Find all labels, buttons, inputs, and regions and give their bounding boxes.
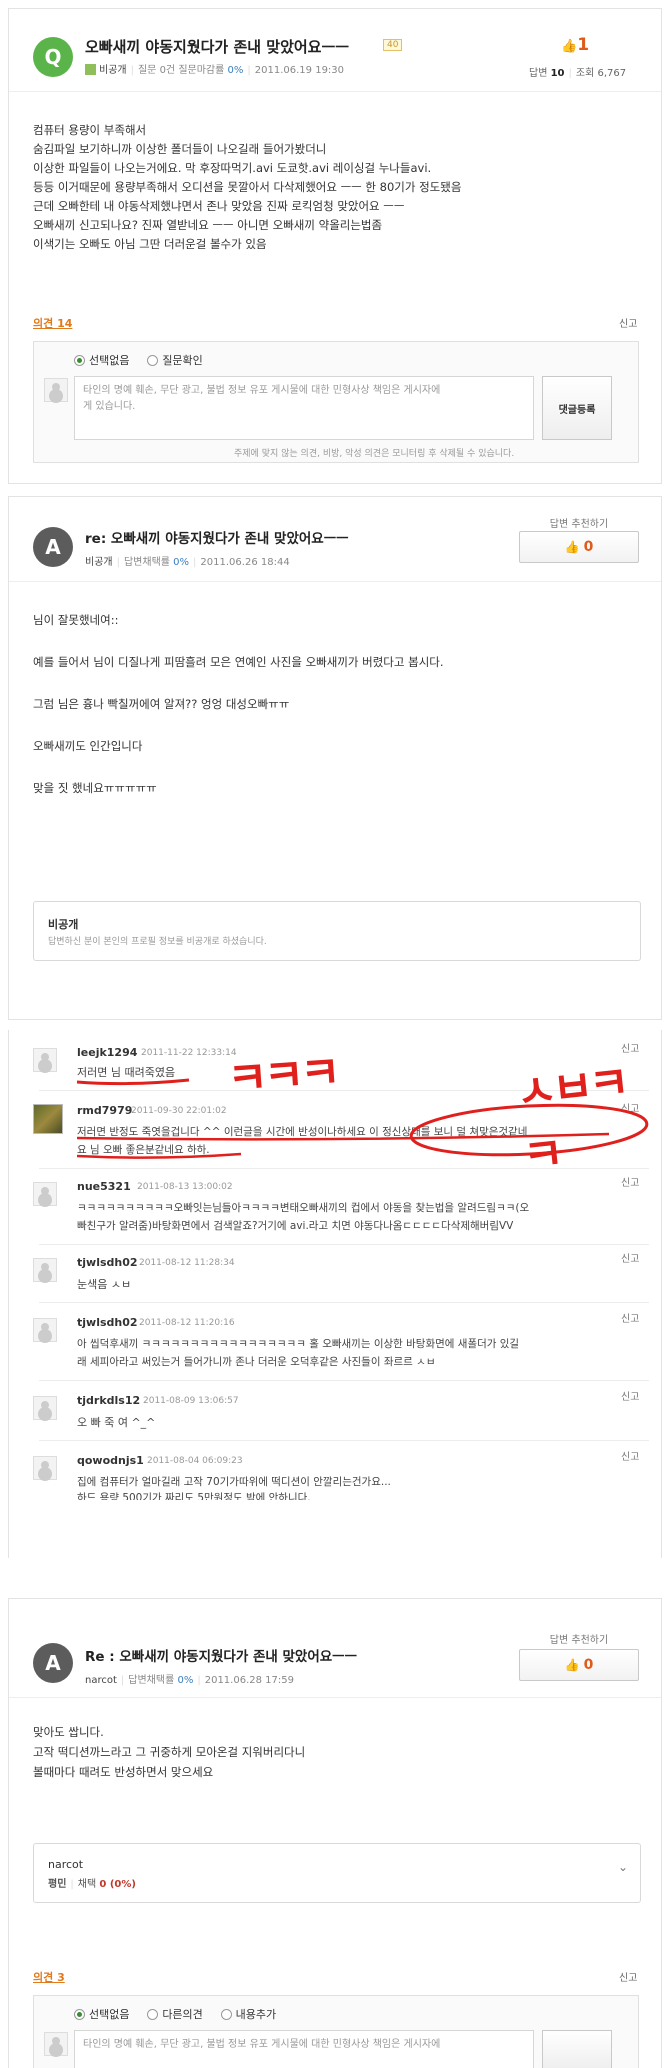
question-panel: Q 오빠새끼 야동지웠다가 존내 맞았어요ㅡㅡ 40 비공개 | 질문 0건 질문마… bbox=[8, 8, 662, 484]
thumb-up-icon: 👍 bbox=[564, 540, 580, 554]
answer-2-meta: narcot | 답변채택률 0% | 2011.06.28 17:59 bbox=[85, 1675, 294, 1686]
comment-report-link[interactable]: 신고 bbox=[621, 1174, 639, 1189]
profile-grade: 평민 bbox=[48, 1879, 67, 1890]
question-like[interactable]: 👍1 bbox=[561, 35, 589, 55]
comment-text: 오 빠 죽 여 ^_^ bbox=[77, 1416, 156, 1429]
answer-1-title: re: 오빠새끼 야동지웠다가 존내 맞았어요ㅡㅡ bbox=[85, 531, 349, 547]
answer-1-profile: 비공개 답변하신 분이 본인의 프로필 정보를 비공개로 하셨습니다. bbox=[33, 901, 641, 961]
question-stats: 답변 10 | 조회 6,767 bbox=[529, 68, 627, 79]
user-avatar bbox=[44, 2032, 68, 2056]
answer-1-panel: A re: 오빠새끼 야동지웠다가 존내 맞았어요ㅡㅡ 비공개 | 답변채택률 0%… bbox=[8, 496, 662, 1020]
answer-2-recommend-button[interactable]: 👍 0 bbox=[519, 1649, 639, 1681]
comment-submit-button[interactable]: 댓글등록 bbox=[542, 376, 612, 440]
opinion-count-link[interactable]: 의견 14 bbox=[33, 315, 72, 331]
comment-report-link[interactable]: 신고 bbox=[621, 1310, 639, 1325]
comment-textarea[interactable]: 타인의 명예 훼손, 무단 광고, 불법 정보 유포 게시물에 대한 민형사상 … bbox=[74, 376, 534, 440]
option-other-radio[interactable]: 다른의견 bbox=[147, 2006, 203, 2022]
profile-stats: 평민 | 채택 0 (0%) bbox=[48, 1879, 136, 1890]
comment-text: 집에 컴퓨터가 얼마길래 고작 70기가따위에 떡디션이 안깔리는건가요... bbox=[77, 1476, 391, 1488]
comment-date: 2011-08-13 13:00:02 bbox=[137, 1182, 233, 1192]
commenter-avatar bbox=[33, 1396, 57, 1420]
comment-submit-button[interactable] bbox=[542, 2030, 612, 2068]
comment-text: 빠친구가 알려줌)바탕화면에서 검색알죠?거기에 avi.라고 치면 야동다나옴… bbox=[77, 1220, 514, 1232]
question-date: 2011.06.19 19:30 bbox=[254, 65, 345, 76]
comment-form-2: 선택없음 다른의견 내용추가 타인의 명예 훼손, 무단 광고, 불법 정보 유… bbox=[33, 1995, 639, 2068]
question-rate: 0% bbox=[227, 65, 244, 76]
comment-textarea[interactable]: 타인의 명예 훼손, 무단 광고, 불법 정보 유포 게시물에 대한 민형사상 … bbox=[74, 2030, 534, 2068]
chevron-down-icon[interactable]: ⌄ bbox=[618, 1860, 628, 1874]
answer-2-title: Re : 오빠새끼 야동지웠다가 존내 맞았어요ㅡㅡ bbox=[85, 1649, 358, 1665]
underline-annotation bbox=[76, 1078, 190, 1086]
answer-2-avatar: A bbox=[33, 1643, 73, 1683]
question-title: 오빠새끼 야동지웠다가 존내 맞았어요ㅡㅡ bbox=[85, 38, 350, 56]
comment-date: 2011-08-12 11:20:16 bbox=[139, 1318, 235, 1328]
comment-form: 선택없음 질문확인 타인의 명예 훼손, 무단 광고, 불법 정보 유포 게시물… bbox=[33, 341, 639, 463]
user-avatar bbox=[44, 378, 68, 402]
answer-1-meta: 비공개 | 답변채택률 0% | 2011.06.26 18:44 bbox=[85, 557, 290, 568]
profile-name: 비공개 bbox=[48, 918, 79, 931]
question-count: 질문 0건 bbox=[137, 65, 176, 76]
answer-1-recommend-button[interactable]: 👍 0 bbox=[519, 531, 639, 563]
comment-text: ㅋㅋㅋㅋㅋㅋㅋㅋㅋㅋ오빠잇는님들아ㅋㅋㅋㅋ변태오빠새끼의 컵에서 야동을 찾는법… bbox=[77, 1202, 530, 1214]
thumb-up-icon: 👍 bbox=[564, 1658, 580, 1672]
commenter-nick[interactable]: qowodnjs1 bbox=[77, 1454, 144, 1467]
question-meta: 비공개 | 질문 0건 질문마감률 0% | 2011.06.19 19:30 bbox=[85, 61, 344, 76]
option-none-radio[interactable]: 선택없음 bbox=[74, 352, 129, 368]
option-none-radio[interactable]: 선택없음 bbox=[74, 2006, 129, 2022]
commenter-avatar bbox=[33, 1456, 57, 1480]
profile-name: narcot bbox=[48, 1858, 84, 1871]
laugh-annotation: ㅋㅋㅋ bbox=[225, 1047, 339, 1106]
comment-date: 2011-08-09 13:06:57 bbox=[143, 1396, 239, 1406]
private-icon bbox=[85, 64, 96, 75]
report-link[interactable]: 신고 bbox=[619, 315, 637, 330]
answer-1-author[interactable]: 비공개 bbox=[85, 557, 113, 568]
commenter-avatar bbox=[33, 1318, 57, 1342]
underline-annotation bbox=[76, 1152, 242, 1159]
comment-report-link[interactable]: 신고 bbox=[621, 1448, 639, 1463]
comment-options: 선택없음 다른의견 내용추가 bbox=[74, 2006, 290, 2023]
opinion-count-link[interactable]: 의견 3 bbox=[33, 1969, 65, 1985]
commenter-nick[interactable]: tjwlsdh02 bbox=[77, 1256, 138, 1269]
commenter-nick[interactable]: nue5321 bbox=[77, 1180, 131, 1193]
question-avatar: Q bbox=[33, 37, 73, 77]
option-add-radio[interactable]: 내용추가 bbox=[220, 2006, 276, 2022]
comment-text: 눈색음 ㅅㅂ bbox=[77, 1278, 132, 1291]
report-link[interactable]: 신고 bbox=[619, 1969, 637, 1984]
comment-notice: 주제에 맞지 않는 의견, 비방, 악성 의견은 모니터링 후 삭제될 수 있습… bbox=[234, 449, 515, 459]
ssib-annotation: ㅅㅂㅋㅋ bbox=[513, 1057, 629, 1184]
answer-2-panel: 답변 추천하기 👍 0 A Re : 오빠새끼 야동지웠다가 존내 맞았어요ㅡㅡ … bbox=[8, 1598, 662, 2068]
answer-1-recommend-label: 답변 추천하기 bbox=[549, 519, 609, 530]
question-author[interactable]: 비공개 bbox=[99, 65, 127, 76]
comment-date: 2011-08-12 11:28:34 bbox=[139, 1258, 235, 1268]
answer-2-author[interactable]: narcot bbox=[85, 1675, 117, 1686]
commenter-avatar bbox=[33, 1182, 57, 1206]
option-check-radio[interactable]: 질문확인 bbox=[147, 352, 203, 368]
commenter-nick[interactable]: tjdrkdls12 bbox=[77, 1394, 140, 1407]
comment-text: 하드 용량 500기가 짜리도 5만원정도 밖에 안하니다. bbox=[77, 1492, 311, 1500]
comment-text: 아 씹덕후새끼 ㅋㅋㅋㅋㅋㅋㅋㅋㅋㅋㅋㅋㅋㅋㅋㅋㅋ 홀 오빠새끼는 이상한 바탕… bbox=[77, 1338, 520, 1350]
comment-date: 2011-08-04 06:09:23 bbox=[147, 1456, 243, 1466]
comment-list-panel: leejk1294 2011-11-22 12:33:14 저러면 님 때려죽였… bbox=[8, 1030, 662, 1558]
answer-2-profile[interactable]: narcot 평민 | 채택 0 (0%) ⌄ bbox=[33, 1843, 641, 1903]
commenter-avatar bbox=[33, 1258, 57, 1282]
comment-report-link[interactable]: 신고 bbox=[621, 1250, 639, 1265]
question-rate-label: 질문마감률 bbox=[178, 65, 225, 76]
thumb-up-icon: 👍 bbox=[561, 39, 578, 54]
commenter-nick[interactable]: tjwlsdh02 bbox=[77, 1316, 138, 1329]
answer-2-recommend-label: 답변 추천하기 bbox=[549, 1635, 609, 1646]
level-badge: 40 bbox=[383, 39, 403, 51]
comment-text: 래 세피아라고 써있는거 들어가니까 존나 더러운 오덕후같은 사진들이 좌르르… bbox=[77, 1356, 436, 1368]
answer-1-avatar: A bbox=[33, 527, 73, 567]
comment-report-link[interactable]: 신고 bbox=[621, 1388, 639, 1403]
comment-options: 선택없음 질문확인 bbox=[74, 352, 217, 369]
profile-desc: 답변하신 분이 본인의 프로필 정보를 비공개로 하셨습니다. bbox=[48, 937, 267, 947]
